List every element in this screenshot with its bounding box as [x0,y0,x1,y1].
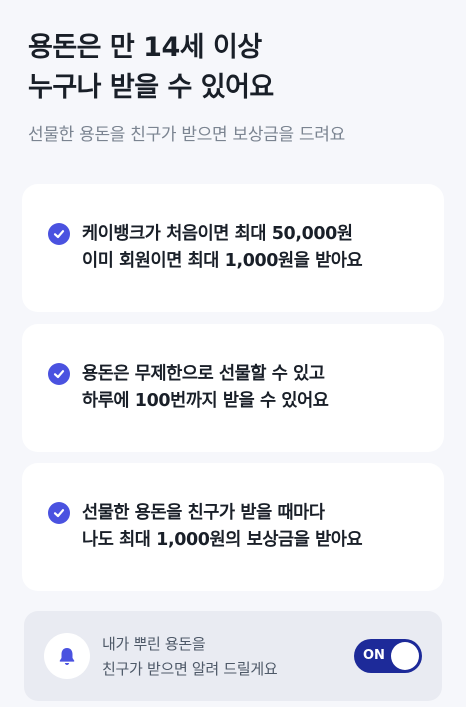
notification-line-1: 내가 뿌린 용돈을 [102,635,206,653]
benefit-text: 선물한 용돈을 친구가 받을 때마다 나도 최대 1,000원의 보상금을 받아… [82,500,363,554]
notification-line-2: 친구가 받으면 알려 드릴게요 [102,660,278,678]
title-line-1: 용돈은 만 14세 이상 [28,32,262,63]
notification-text: 내가 뿌린 용돈을 친구가 받으면 알려 드릴게요 [102,632,278,682]
toggle-label: ON [363,648,385,663]
benefit-line-2: 하루에 100번까지 받을 수 있어요 [82,391,329,411]
toggle-knob [391,642,419,670]
benefit-card: 용돈은 무제한으로 선물할 수 있고 하루에 100번까지 받을 수 있어요 [22,324,444,452]
benefit-card: 선물한 용돈을 친구가 받을 때마다 나도 최대 1,000원의 보상금을 받아… [22,463,444,591]
benefit-line-2: 나도 최대 1,000원의 보상금을 받아요 [82,530,363,550]
title-line-2: 누구나 받을 수 있어요 [28,72,274,103]
page-title: 용돈은 만 14세 이상 누구나 받을 수 있어요 [28,28,274,108]
bell-icon [44,633,90,679]
notification-setting: 내가 뿌린 용돈을 친구가 받으면 알려 드릴게요 ON [24,611,442,701]
page-subtitle: 선물한 용돈을 친구가 받으면 보상금을 드려요 [28,125,345,145]
benefit-line-1: 케이뱅크가 처음이면 최대 50,000원 [82,224,353,244]
benefit-card: 케이뱅크가 처음이면 최대 50,000원 이미 회원이면 최대 1,000원을… [22,184,444,312]
benefit-text: 용돈은 무제한으로 선물할 수 있고 하루에 100번까지 받을 수 있어요 [82,361,329,415]
benefit-line-2: 이미 회원이면 최대 1,000원을 받아요 [82,251,363,271]
check-circle-icon [48,502,70,524]
benefit-text: 케이뱅크가 처음이면 최대 50,000원 이미 회원이면 최대 1,000원을… [82,221,363,275]
check-circle-icon [48,363,70,385]
benefit-line-1: 선물한 용돈을 친구가 받을 때마다 [82,503,325,523]
check-circle-icon [48,223,70,245]
benefit-line-1: 용돈은 무제한으로 선물할 수 있고 [82,364,325,384]
notification-toggle[interactable]: ON [354,639,422,673]
